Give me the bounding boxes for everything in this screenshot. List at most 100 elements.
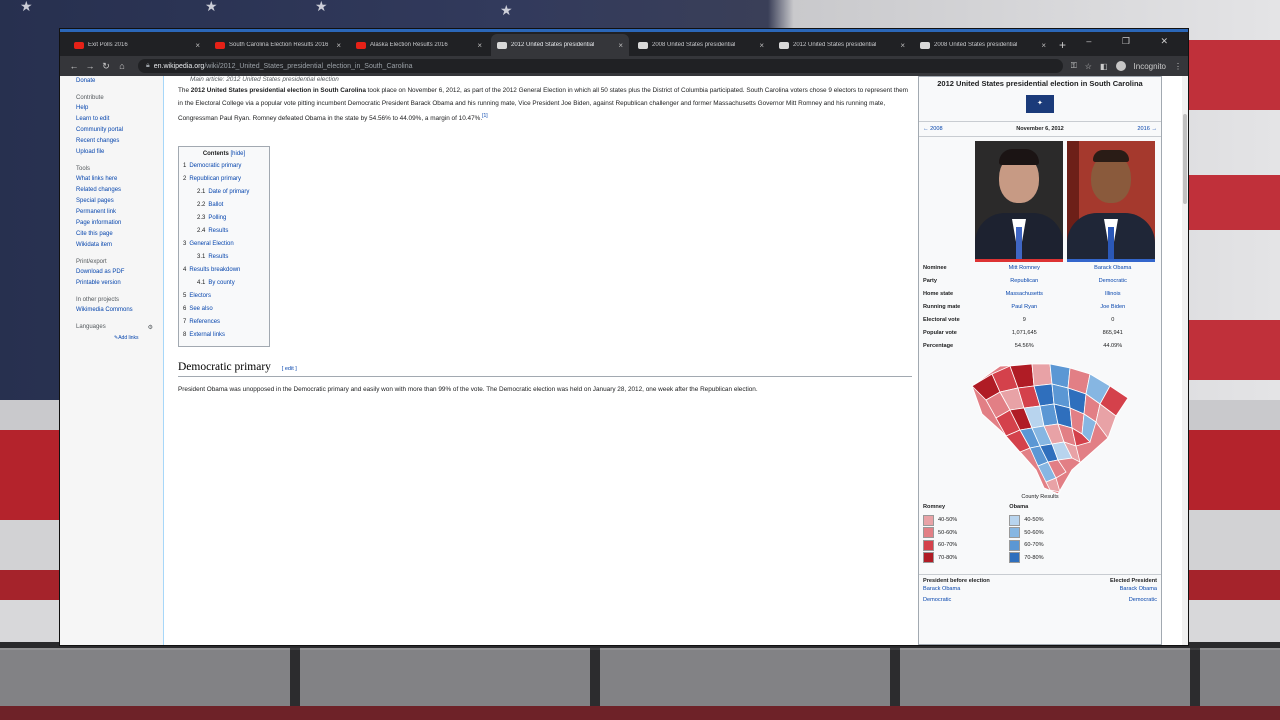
- before-name-link[interactable]: Barack Obama: [923, 584, 960, 595]
- sidebar-item-page-information[interactable]: Page information: [76, 218, 163, 229]
- toc-item[interactable]: 2.4 Results: [183, 225, 265, 238]
- obama-value[interactable]: Barack Obama: [1069, 265, 1157, 271]
- toc-item[interactable]: 2 Republican primary: [183, 173, 265, 186]
- new-tab-button[interactable]: +: [1059, 34, 1066, 56]
- sidebar-item-donate[interactable]: Donate: [76, 76, 163, 87]
- county-shape: [1031, 363, 1053, 387]
- sidebar-item-related-changes[interactable]: Related changes: [76, 185, 163, 196]
- romney-value[interactable]: Mitt Romney: [980, 265, 1068, 271]
- toc-title: Contents: [202, 151, 229, 157]
- obama-value[interactable]: Democratic: [1069, 278, 1157, 284]
- close-icon[interactable]: ×: [618, 41, 623, 50]
- toc-item[interactable]: 3.1 Results: [183, 251, 265, 264]
- sidebar-item-wikimedia-commons[interactable]: Wikimedia Commons: [76, 305, 163, 316]
- add-links-link[interactable]: ✎Add links: [76, 333, 163, 344]
- sidebar-item-special-pages[interactable]: Special pages: [76, 196, 163, 207]
- lock-icon: 🔒︎: [146, 62, 150, 69]
- gear-icon[interactable]: ⚙: [148, 324, 153, 331]
- tab-strip: Exit Polls 2016 × South Carolina Electio…: [60, 29, 1188, 56]
- romney-value[interactable]: Paul Ryan: [980, 304, 1068, 310]
- toc-item[interactable]: 1 Democratic primary: [183, 160, 265, 173]
- toc-item[interactable]: 2.2 Ballot: [183, 199, 265, 212]
- home-icon[interactable]: ⌂: [114, 61, 130, 71]
- legend-swatch: [923, 539, 934, 551]
- browser-tab-active[interactable]: 2012 United States presidential ×: [491, 34, 629, 56]
- legend-label: 40-50%: [1024, 517, 1044, 524]
- elected-party-link[interactable]: Democratic: [1129, 595, 1157, 606]
- toc-item[interactable]: 5 Electors: [183, 290, 265, 303]
- tie-shape: [1108, 227, 1114, 259]
- legend-title: Obama: [1009, 504, 1029, 510]
- county-results-map[interactable]: [940, 358, 1140, 498]
- toc-item[interactable]: 8 External links: [183, 329, 265, 342]
- window-controls[interactable]: – ❐ ✕: [1086, 36, 1182, 47]
- sidebar-item-upload-file[interactable]: Upload file: [76, 147, 163, 158]
- toc-item[interactable]: 3 General Election: [183, 238, 265, 251]
- browser-tab[interactable]: 2008 United States presidential ×: [914, 34, 1052, 56]
- toc-number: 3.1: [197, 254, 206, 260]
- election-date: November 6, 2012: [1016, 126, 1064, 132]
- sidebar-item-printable-version[interactable]: Printable version: [76, 278, 163, 289]
- close-icon[interactable]: ×: [195, 41, 200, 50]
- south-carolina-flag-icon[interactable]: ✦: [1026, 95, 1054, 113]
- address-bar[interactable]: 🔒︎ en.wikipedia.org /wiki/2012_United_St…: [138, 59, 1063, 73]
- sidebar-item-permanent-link[interactable]: Permanent link: [76, 207, 163, 218]
- extension-icon[interactable]: ◧: [1100, 62, 1108, 71]
- wiki-sidebar: Donate Contribute Help Learn to edit Com…: [60, 76, 163, 645]
- incognito-avatar[interactable]: [1115, 61, 1126, 71]
- obama-value[interactable]: Illinois: [1069, 291, 1157, 297]
- key-icon[interactable]: ⚿: [1071, 61, 1077, 71]
- sidebar-item-help[interactable]: Help: [76, 103, 163, 114]
- close-icon[interactable]: ×: [336, 41, 341, 50]
- back-icon[interactable]: ←: [66, 61, 82, 71]
- section-edit-link[interactable]: [ edit ]: [282, 366, 297, 372]
- candidate-portraits: [919, 141, 1161, 262]
- obama-portrait[interactable]: [1067, 141, 1155, 262]
- toc-hide-link[interactable]: [hide]: [230, 151, 245, 157]
- sidebar-item-what-links-here[interactable]: What links here: [76, 174, 163, 185]
- romney-value[interactable]: Massachusetts: [980, 291, 1068, 297]
- close-icon[interactable]: ×: [900, 41, 905, 50]
- sidebar-item-learn-to-edit[interactable]: Learn to edit: [76, 114, 163, 125]
- toc-item[interactable]: 4 Results breakdown: [183, 264, 265, 277]
- previous-election-link[interactable]: ← 2008: [923, 126, 943, 132]
- page-scrollbar[interactable]: [1182, 76, 1188, 645]
- row-label: Home state: [923, 290, 954, 297]
- toc-item[interactable]: 2.3 Polling: [183, 212, 265, 225]
- browser-tab[interactable]: 2012 United States presidential ×: [773, 34, 911, 56]
- browser-tab[interactable]: Alaska Election Results 2016 ×: [350, 34, 488, 56]
- romney-value[interactable]: Republican: [980, 278, 1068, 284]
- close-icon[interactable]: ×: [1041, 41, 1046, 50]
- reload-icon[interactable]: ↻: [98, 61, 114, 72]
- bookmark-star-icon[interactable]: ☆: [1085, 62, 1092, 71]
- hatnote[interactable]: Main article: 2012 United States preside…: [178, 76, 912, 82]
- footnote-link[interactable]: [1]: [482, 113, 488, 119]
- menu-icon[interactable]: ⋮: [1174, 62, 1182, 71]
- next-election-link[interactable]: 2016 →: [1137, 126, 1157, 132]
- star-icon: ★: [315, 0, 328, 14]
- browser-tab[interactable]: 2008 United States presidential ×: [632, 34, 770, 56]
- obama-value[interactable]: Joe Biden: [1069, 304, 1157, 310]
- close-icon[interactable]: ×: [477, 41, 482, 50]
- add-links-label: Add links: [118, 335, 139, 341]
- elected-name-link[interactable]: Barack Obama: [1120, 584, 1157, 595]
- sidebar-item-community-portal[interactable]: Community portal: [76, 125, 163, 136]
- forward-icon[interactable]: →: [82, 61, 98, 71]
- sidebar-item-download-pdf[interactable]: Download as PDF: [76, 267, 163, 278]
- toc-item[interactable]: 6 See also: [183, 303, 265, 316]
- profile-label[interactable]: Incognito: [1134, 62, 1166, 71]
- tab-title: 2012 United States presidential: [793, 42, 877, 48]
- close-icon[interactable]: ×: [759, 41, 764, 50]
- romney-portrait[interactable]: [975, 141, 1063, 262]
- toc-item[interactable]: 4.1 By county: [183, 277, 265, 290]
- toc-item[interactable]: 2.1 Date of primary: [183, 186, 265, 199]
- sidebar-item-wikidata-item[interactable]: Wikidata item: [76, 240, 163, 251]
- sidebar-item-recent-changes[interactable]: Recent changes: [76, 136, 163, 147]
- browser-tab[interactable]: South Carolina Election Results 2016 ×: [209, 34, 347, 56]
- legend-label: 70-80%: [1024, 554, 1044, 561]
- before-party-link[interactable]: Democratic: [923, 595, 951, 606]
- scrollbar-thumb[interactable]: [1183, 114, 1187, 204]
- browser-tab[interactable]: Exit Polls 2016 ×: [68, 34, 206, 56]
- toc-item[interactable]: 7 References: [183, 316, 265, 329]
- sidebar-item-cite-this-page[interactable]: Cite this page: [76, 229, 163, 240]
